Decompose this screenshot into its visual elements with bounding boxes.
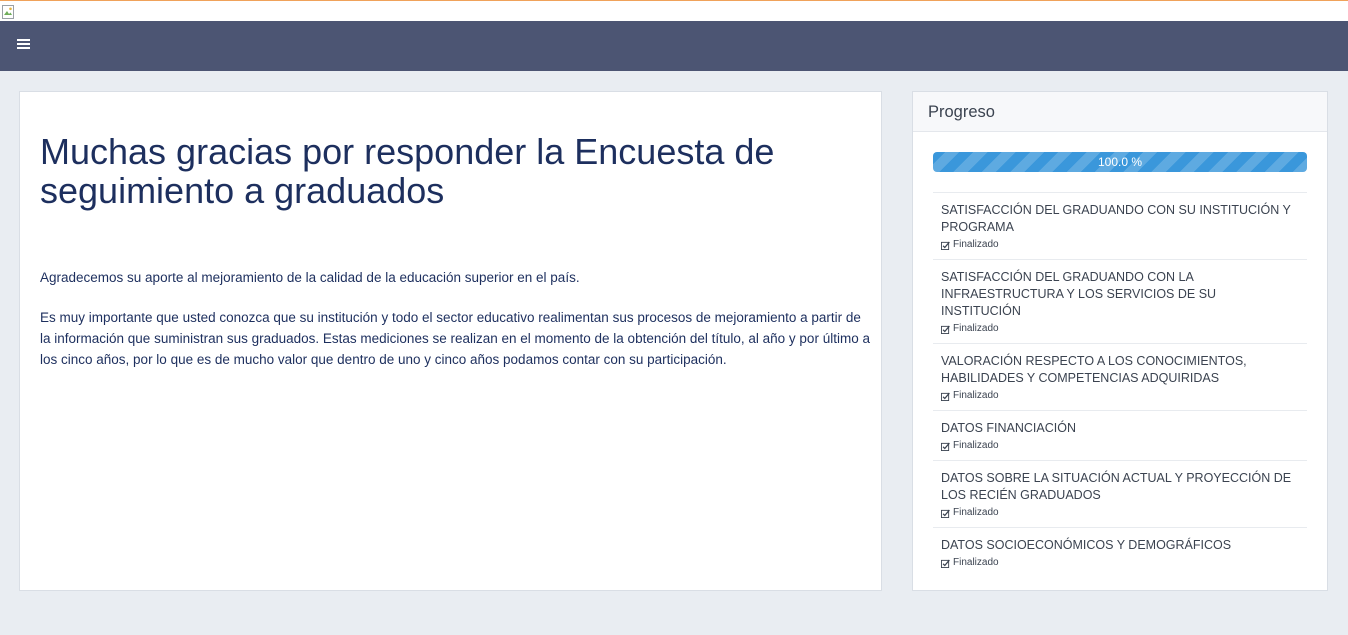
status-badge: Finalizado <box>941 507 1299 519</box>
progress-bar: 100.0 % <box>933 152 1307 172</box>
checkbox-checked-icon <box>941 559 950 568</box>
info-paragraph: Es muy importante que usted conozca que … <box>40 310 870 367</box>
checkbox-checked-icon <box>941 442 950 451</box>
list-item: SATISFACCIÓN DEL GRADUANDO CON LA INFRAE… <box>933 259 1307 343</box>
section-name: SATISFACCIÓN DEL GRADUANDO CON LA INFRAE… <box>941 270 1217 318</box>
section-name: VALORACIÓN RESPECTO A LOS CONOCIMIENTOS,… <box>941 354 1247 385</box>
list-item: DATOS SOBRE LA SITUACIÓN ACTUAL Y PROYEC… <box>933 460 1307 527</box>
status-text: Finalizado <box>953 239 999 250</box>
page-title: Muchas gracias por responder la Encuesta… <box>40 131 775 211</box>
status-text: Finalizado <box>953 440 999 451</box>
section-name: DATOS SOCIOECONÓMICOS Y DEMOGRÁFICOS <box>941 538 1232 552</box>
section-list: SATISFACCIÓN DEL GRADUANDO CON SU INSTIT… <box>933 192 1307 577</box>
progress-label: 100.0 % <box>1097 155 1143 169</box>
hamburger-menu-icon[interactable] <box>17 39 30 53</box>
list-item: DATOS SOCIOECONÓMICOS Y DEMOGRÁFICOS Fin… <box>933 527 1307 577</box>
section-name: DATOS FINANCIACIÓN <box>941 421 1076 435</box>
top-banner-strip <box>0 0 1348 21</box>
progress-panel-title: Progreso <box>928 103 995 121</box>
status-badge: Finalizado <box>941 440 1299 452</box>
list-item: SATISFACCIÓN DEL GRADUANDO CON SU INSTIT… <box>933 192 1307 259</box>
checkbox-checked-icon <box>941 392 950 401</box>
section-name: DATOS SOBRE LA SITUACIÓN ACTUAL Y PROYEC… <box>941 471 1292 502</box>
status-text: Finalizado <box>953 507 999 518</box>
section-name: SATISFACCIÓN DEL GRADUANDO CON SU INSTIT… <box>941 203 1291 234</box>
status-badge: Finalizado <box>941 239 1299 251</box>
status-badge: Finalizado <box>941 390 1299 402</box>
status-badge: Finalizado <box>941 557 1299 569</box>
checkbox-checked-icon <box>941 325 950 334</box>
checkbox-checked-icon <box>941 241 950 250</box>
broken-image-icon <box>2 5 14 19</box>
checkbox-checked-icon <box>941 509 950 518</box>
status-badge: Finalizado <box>941 323 1299 335</box>
progress-panel: Progreso 100.0 % SATISFACCIÓN DEL GRADUA… <box>912 91 1328 591</box>
top-navbar <box>0 21 1348 71</box>
list-item: VALORACIÓN RESPECTO A LOS CONOCIMIENTOS,… <box>933 343 1307 410</box>
thank-you-paragraph: Agradecemos su aporte al mejoramiento de… <box>40 270 580 285</box>
status-text: Finalizado <box>953 557 999 568</box>
thank-you-card: Muchas gracias por responder la Encuesta… <box>19 91 882 591</box>
status-text: Finalizado <box>953 390 999 401</box>
progress-panel-header: Progreso <box>913 92 1327 132</box>
status-text: Finalizado <box>953 323 999 334</box>
list-item: DATOS FINANCIACIÓN Finalizado <box>933 410 1307 460</box>
